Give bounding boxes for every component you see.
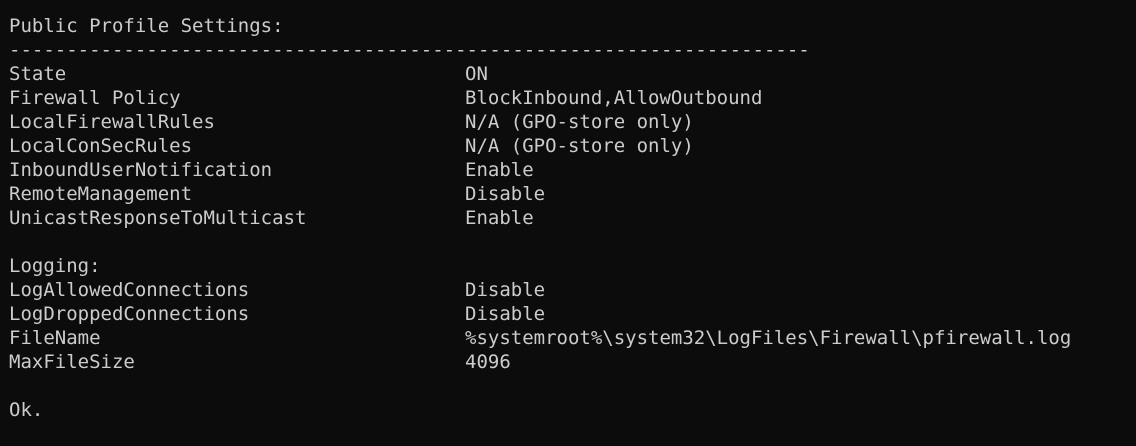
setting-row-remote-management: RemoteManagement Disable <box>9 182 1136 206</box>
setting-value: BlockInbound,AllowOutbound <box>465 87 763 109</box>
setting-row-inbound-user-notification: InboundUserNotification Enable <box>9 158 1136 182</box>
logging-row-dropped: LogDroppedConnections Disable <box>9 302 1136 326</box>
setting-row-state: State ON <box>9 62 1136 86</box>
setting-key: LocalFirewallRules <box>9 111 215 133</box>
separator-line: ----------------------------------------… <box>9 39 810 61</box>
setting-key: LogDroppedConnections <box>9 303 250 325</box>
setting-value: Disable <box>465 303 546 325</box>
setting-value: 4096 <box>465 351 511 373</box>
terminal-output: Public Profile Settings: ---------------… <box>9 14 1136 422</box>
setting-row-local-con-sec-rules: LocalConSecRules N/A (GPO-store only) <box>9 134 1136 158</box>
setting-value: Disable <box>465 183 546 205</box>
setting-value: Enable <box>465 207 534 229</box>
setting-key: InboundUserNotification <box>9 159 273 181</box>
setting-row-firewall-policy: Firewall Policy BlockInbound,AllowOutbou… <box>9 86 1136 110</box>
setting-key: UnicastResponseToMulticast <box>9 207 307 229</box>
logging-row-max-file-size: MaxFileSize 4096 <box>9 350 1136 374</box>
setting-value: Disable <box>465 279 546 301</box>
logging-row-allowed: LogAllowedConnections Disable <box>9 278 1136 302</box>
setting-key: LocalConSecRules <box>9 135 193 157</box>
setting-key: RemoteManagement <box>9 183 193 205</box>
logging-header: Logging: <box>9 255 101 277</box>
setting-row-local-firewall-rules: LocalFirewallRules N/A (GPO-store only) <box>9 110 1136 134</box>
setting-key: MaxFileSize <box>9 351 135 373</box>
logging-row-filename: FileName %systemroot%\system32\LogFiles\… <box>9 326 1136 350</box>
status-message: Ok. <box>9 399 44 421</box>
setting-row-unicast-response: UnicastResponseToMulticast Enable <box>9 206 1136 230</box>
setting-value: ON <box>465 63 488 85</box>
setting-key: Firewall Policy <box>9 87 181 109</box>
profile-header: Public Profile Settings: <box>9 15 284 37</box>
setting-value: N/A (GPO-store only) <box>465 135 694 157</box>
setting-value: Enable <box>465 159 534 181</box>
setting-value: %systemroot%\system32\LogFiles\Firewall\… <box>465 327 1072 349</box>
setting-key: State <box>9 63 67 85</box>
setting-key: FileName <box>9 327 101 349</box>
setting-key: LogAllowedConnections <box>9 279 250 301</box>
setting-value: N/A (GPO-store only) <box>465 111 694 133</box>
